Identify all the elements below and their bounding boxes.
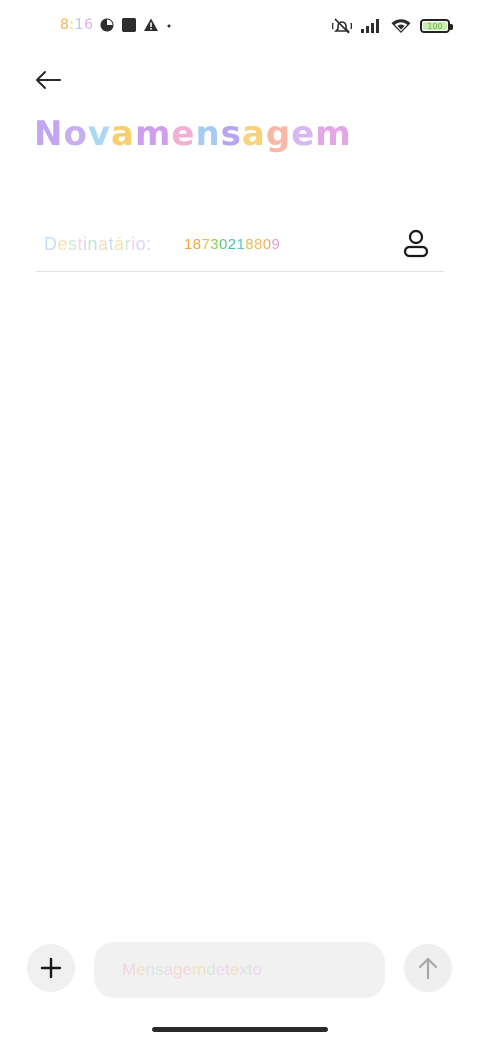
message-placeholder-char: d [206, 960, 216, 979]
battery-icon: 100 [420, 19, 453, 33]
page-title-char: a [241, 114, 266, 154]
recipient-value-char: 0 [219, 236, 228, 253]
message-placeholder-char: x [239, 960, 248, 979]
message-placeholder-char: n [145, 960, 156, 979]
recipient-value-char: 3 [210, 236, 219, 253]
recipient-label-char: : [146, 234, 152, 254]
recipient-value-char: 7 [201, 236, 211, 253]
recipient-value-char: 8 [245, 236, 254, 253]
status-left: 8:16 [60, 17, 173, 33]
recipient-value[interactable]: 18730218809 [184, 236, 280, 253]
recipient-value-char: 8 [254, 236, 263, 253]
message-placeholder-char: o [252, 960, 263, 979]
home-indicator[interactable] [152, 1027, 328, 1032]
back-button[interactable] [30, 62, 66, 98]
battery-label: 100 [427, 21, 443, 31]
recipient-label-char: n [87, 234, 99, 254]
recipient-label-char: e [57, 234, 69, 254]
plus-icon [40, 957, 62, 979]
recipient-label-char: á [114, 234, 125, 254]
message-placeholder-char: e [229, 960, 240, 979]
page-title: Nova mensagem [34, 114, 352, 154]
message-placeholder: Mensagem de texto [122, 960, 262, 980]
recipient-label-char: D [44, 234, 58, 254]
message-placeholder-char: a [163, 960, 174, 979]
page-title-char: e [291, 114, 316, 154]
recipient-value-char: 1 [236, 236, 246, 253]
recipient-value-char: 0 [262, 236, 272, 253]
status-time-char: 6 [84, 17, 94, 33]
page-title-char: e [171, 114, 196, 154]
status-bar: 8:16 100 [0, 0, 480, 56]
recipient-row[interactable]: Destinatário: 18730218809 [36, 218, 444, 272]
signal-icon [361, 19, 379, 33]
message-placeholder-char: e [136, 960, 146, 979]
arrow-left-icon [36, 71, 61, 89]
mute-vibrate-icon [332, 18, 352, 34]
page-title-char: o [63, 114, 88, 154]
message-placeholder-char: M [122, 960, 137, 979]
message-placeholder-char: s [155, 960, 164, 979]
recipient-value-char: 2 [227, 236, 237, 253]
arrow-up-icon [418, 957, 438, 980]
notification-dot-icon [167, 24, 171, 28]
warning-icon [144, 18, 159, 31]
page-title-char: s [220, 114, 242, 154]
person-icon [403, 229, 429, 258]
recipient-value-char: 8 [192, 236, 202, 253]
message-placeholder-char: g [173, 960, 183, 979]
page-title-char: N [34, 114, 64, 154]
recipient-label-char: s [68, 234, 78, 254]
recipient-value-char: 9 [271, 236, 281, 253]
message-placeholder-char: e [182, 960, 193, 979]
page-title-char: m [134, 114, 172, 154]
send-button[interactable] [404, 944, 452, 992]
recipient-label-char: a [98, 234, 109, 254]
status-right: 100 [332, 17, 453, 35]
status-time: 8:16 [60, 17, 93, 33]
page-title-char: n [195, 114, 221, 154]
status-time-char: 1 [74, 17, 85, 33]
app-square-icon [122, 18, 137, 32]
message-placeholder-char: m [192, 960, 207, 979]
recipient-value-char: 1 [184, 236, 193, 253]
page-title-char: v [87, 114, 111, 154]
wifi-icon [391, 19, 411, 33]
page-title-char: a [111, 114, 135, 154]
page-title-char: g [265, 114, 292, 154]
page-title-char: m [315, 114, 352, 154]
add-attachment-button[interactable] [27, 944, 75, 992]
contact-picker-button[interactable] [398, 226, 434, 262]
message-placeholder-char: e [215, 960, 226, 979]
recipient-label: Destinatário: [44, 234, 152, 255]
status-time-char: 8 [60, 17, 70, 33]
recipient-label-char: o [135, 234, 147, 254]
message-input[interactable]: Mensagem de texto [94, 942, 385, 998]
data-saver-icon [100, 18, 114, 32]
